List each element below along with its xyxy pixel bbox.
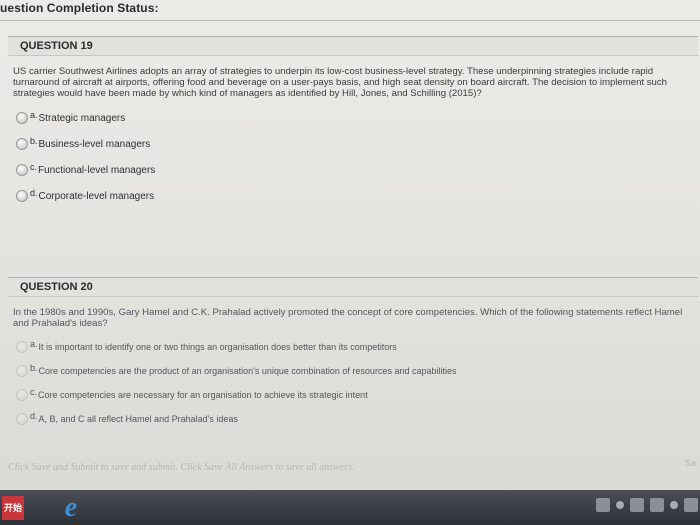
question-title: QUESTION 20 [8, 278, 698, 297]
quiz-page: uestion Completion Status: QUESTION 19 U… [0, 0, 700, 490]
radio-button[interactable] [16, 138, 28, 150]
answer-option-a[interactable]: a. Strategic managers [16, 105, 698, 131]
option-letter: d. [30, 188, 38, 198]
radio-button[interactable] [16, 112, 28, 124]
answer-option-b[interactable]: b. Core competencies are the product of … [16, 359, 698, 383]
answer-option-c[interactable]: c. Core competencies are necessary for a… [16, 383, 698, 407]
tray-status-icon[interactable] [616, 501, 624, 509]
radio-button[interactable] [16, 365, 28, 377]
option-label: Corporate-level managers [38, 190, 155, 202]
completion-status-header: uestion Completion Status: [0, 1, 159, 15]
answer-option-c[interactable]: c. Functional-level managers [16, 157, 698, 183]
question-text: In the 1980s and 1990s, Gary Hamel and C… [13, 307, 683, 329]
radio-button[interactable] [16, 389, 28, 401]
option-label: Strategic managers [38, 112, 126, 124]
option-label: Functional-level managers [38, 164, 156, 176]
option-letter: a. [30, 110, 38, 120]
save-instruction-text: Click Save and Submit to save and submit… [8, 462, 355, 473]
answer-option-d[interactable]: d. Corporate-level managers [16, 183, 698, 209]
option-letter: b. [30, 136, 38, 146]
option-letter: a. [30, 339, 38, 349]
answer-option-a[interactable]: a. It is important to identify one or tw… [16, 335, 698, 359]
tray-app-icon[interactable] [650, 498, 664, 512]
question-19-block: QUESTION 19 US carrier Southwest Airline… [8, 36, 698, 209]
option-letter: b. [30, 363, 38, 373]
tray-app-icon[interactable] [684, 498, 698, 512]
answer-option-b[interactable]: b. Business-level managers [16, 131, 698, 157]
question-20-block: QUESTION 20 In the 1980s and 1990s, Gary… [8, 277, 698, 431]
system-tray [596, 498, 698, 512]
option-label: It is important to identify one or two t… [38, 342, 397, 352]
start-button[interactable]: 开始 [2, 496, 24, 520]
option-letter: d. [30, 411, 38, 421]
divider [0, 20, 700, 21]
option-label: Core competencies are necessary for an o… [38, 390, 368, 400]
tray-app-icon[interactable] [630, 498, 644, 512]
question-text: US carrier Southwest Airlines adopts an … [13, 66, 668, 99]
radio-button[interactable] [16, 413, 28, 425]
tray-status-icon[interactable] [670, 501, 678, 509]
question-title: QUESTION 19 [8, 37, 698, 56]
save-button[interactable]: Sa [685, 458, 696, 468]
tray-app-icon[interactable] [596, 498, 610, 512]
answer-options: a. Strategic managers b. Business-level … [16, 105, 698, 209]
answer-option-d[interactable]: d. A, B, and C all reflect Hamel and Pra… [16, 407, 698, 431]
radio-button[interactable] [16, 164, 28, 176]
radio-button[interactable] [16, 190, 28, 202]
option-label: Business-level managers [38, 138, 151, 150]
taskbar: 开始 e [0, 490, 700, 525]
option-label: Core competencies are the product of an … [38, 366, 457, 376]
option-letter: c. [30, 162, 38, 172]
option-letter: c. [30, 387, 38, 397]
radio-button[interactable] [16, 341, 28, 353]
option-label: A, B, and C all reflect Hamel and Prahal… [38, 414, 238, 424]
answer-options: a. It is important to identify one or tw… [16, 335, 698, 431]
internet-explorer-icon[interactable]: e [58, 494, 84, 522]
